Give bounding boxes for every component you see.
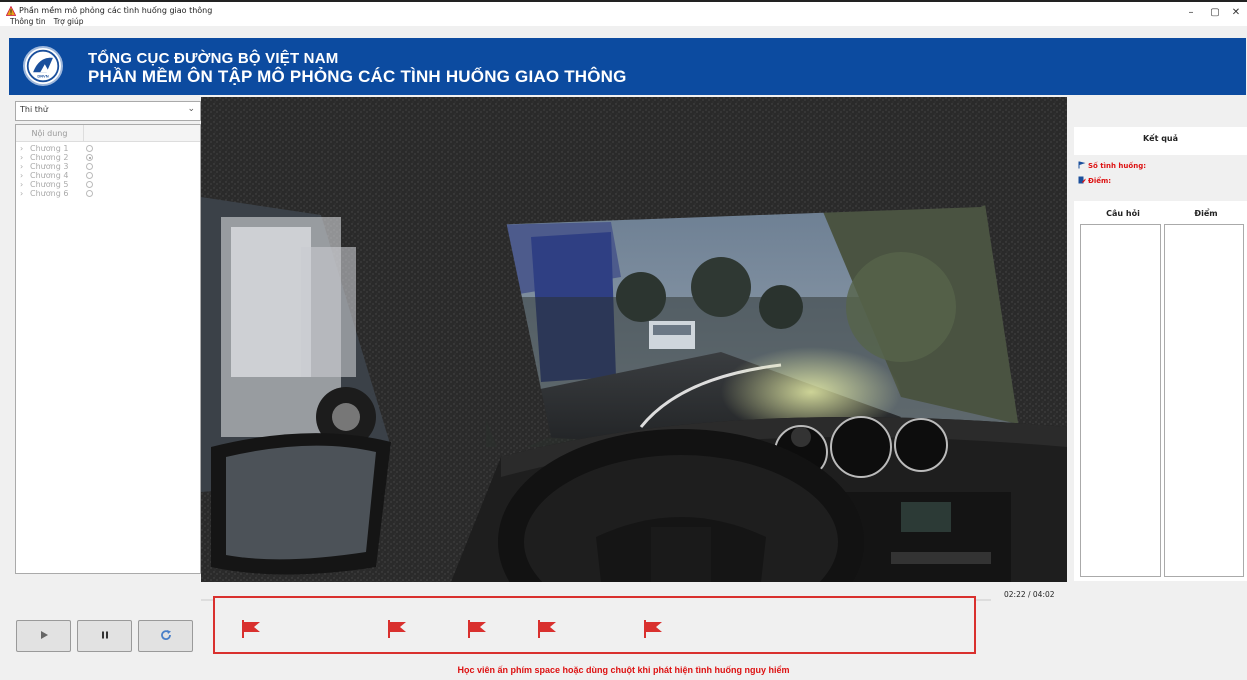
danger-flag-track[interactable] — [213, 596, 976, 654]
close-button[interactable]: ✕ — [1224, 5, 1247, 21]
flag-icon — [644, 620, 662, 638]
results-panel: Kết quả Số tình huống: Điểm: Câu hỏi Điể… — [1068, 97, 1247, 582]
score-table: Câu hỏi Điểm — [1074, 201, 1247, 581]
tree-item-chuong-3[interactable]: › Chương 3 — [20, 162, 190, 171]
instruction-text: Học viên ấn phím space hoặc dùng chuột k… — [457, 665, 790, 675]
tree-item-chuong-1[interactable]: › Chương 1 — [20, 144, 190, 153]
reload-icon — [160, 630, 171, 641]
tree-header-divider — [83, 125, 84, 142]
chevron-right-icon: › — [20, 162, 24, 171]
result-title: Kết quả — [1142, 134, 1179, 143]
flag-icon — [388, 620, 406, 638]
menu-thong-tin[interactable]: Thông tin — [10, 17, 46, 26]
situation-count-label: Số tình huống: — [1088, 162, 1147, 170]
chapter-radio[interactable] — [86, 190, 93, 197]
chapter-tree: Nội dung › Chương 1 › Chương 2 › Chương … — [15, 124, 201, 574]
time-display: 02:22 / 04:02 — [1004, 590, 1055, 599]
tree-item-label: Chương 5 — [30, 180, 69, 189]
chapter-radio[interactable] — [86, 172, 93, 179]
chevron-right-icon: › — [20, 189, 24, 198]
score-list[interactable] — [1164, 224, 1244, 577]
playback-controls — [16, 620, 194, 652]
tree-header-label: Nội dung — [31, 129, 68, 138]
situation-count-row: Số tình huống: — [1078, 161, 1146, 170]
edit-icon — [1078, 176, 1086, 184]
score-row: Điểm: — [1078, 176, 1111, 185]
drvn-logo: DRVN — [23, 46, 63, 86]
chapter-radio[interactable] — [86, 145, 93, 152]
column-header-score: Điểm — [1194, 209, 1218, 218]
tree-item-chuong-2[interactable]: › Chương 2 — [20, 153, 190, 162]
tree-item-label: Chương 6 — [30, 189, 69, 198]
menu-tro-giup[interactable]: Trợ giúp — [54, 17, 84, 26]
chevron-right-icon: › — [20, 171, 24, 180]
play-icon — [40, 631, 48, 639]
banner-software-name: PHẦN MỀM ÔN TẬP MÔ PHỎNG CÁC TÌNH HUỐNG … — [88, 67, 627, 86]
play-button[interactable] — [16, 620, 71, 652]
chevron-down-icon: ⌄ — [187, 104, 195, 114]
chevron-right-icon: › — [20, 153, 24, 162]
pause-icon — [101, 631, 108, 639]
chapter-radio[interactable] — [86, 163, 93, 170]
window-title: Phần mềm mô phỏng các tình huống giao th… — [19, 6, 213, 15]
tree-item-chuong-5[interactable]: › Chương 5 — [20, 180, 190, 189]
title-bar: Phần mềm mô phỏng các tình huống giao th… — [0, 0, 1247, 26]
app-warning-icon — [6, 6, 16, 16]
score-label: Điểm: — [1088, 177, 1112, 185]
tree-item-label: Chương 4 — [30, 171, 69, 180]
tree-item-chuong-4[interactable]: › Chương 4 — [20, 171, 190, 180]
flag-icon — [468, 620, 486, 638]
chapter-radio[interactable] — [86, 181, 93, 188]
minimize-button[interactable]: – — [1179, 5, 1203, 21]
question-list[interactable] — [1080, 224, 1161, 577]
column-header-question: Câu hỏi — [1106, 209, 1140, 218]
pause-button[interactable] — [77, 620, 132, 652]
flag-icon — [242, 620, 260, 638]
simulation-video[interactable] — [201, 97, 1067, 582]
banner-agency-name: TỔNG CỤC ĐƯỜNG BỘ VIỆT NAM — [88, 50, 339, 67]
chapter-radio[interactable] — [86, 154, 93, 161]
mode-dropdown[interactable]: Thi thử ⌄ — [15, 101, 201, 121]
flag-icon — [538, 620, 556, 638]
driver-view-scene — [201, 97, 1067, 582]
header-banner: DRVN TỔNG CỤC ĐƯỜNG BỘ VIỆT NAM PHẦN MỀM… — [9, 38, 1246, 95]
tree-item-label: Chương 2 — [30, 153, 69, 162]
chevron-right-icon: › — [20, 180, 24, 189]
tree-header: Nội dung — [16, 125, 200, 142]
tree-item-chuong-6[interactable]: › Chương 6 — [20, 189, 190, 198]
result-header: Kết quả — [1074, 127, 1247, 155]
reload-button[interactable] — [138, 620, 193, 652]
menu-bar: Thông tin Trợ giúp — [10, 17, 84, 26]
chevron-right-icon: › — [20, 144, 24, 153]
flag-icon — [1078, 161, 1086, 169]
svg-text:DRVN: DRVN — [37, 74, 48, 79]
tree-item-label: Chương 1 — [30, 144, 69, 153]
tree-item-label: Chương 3 — [30, 162, 69, 171]
left-panel: Thi thử ⌄ Nội dung › Chương 1 › Chương 2… — [9, 97, 201, 577]
mode-dropdown-value: Thi thử — [20, 105, 48, 114]
